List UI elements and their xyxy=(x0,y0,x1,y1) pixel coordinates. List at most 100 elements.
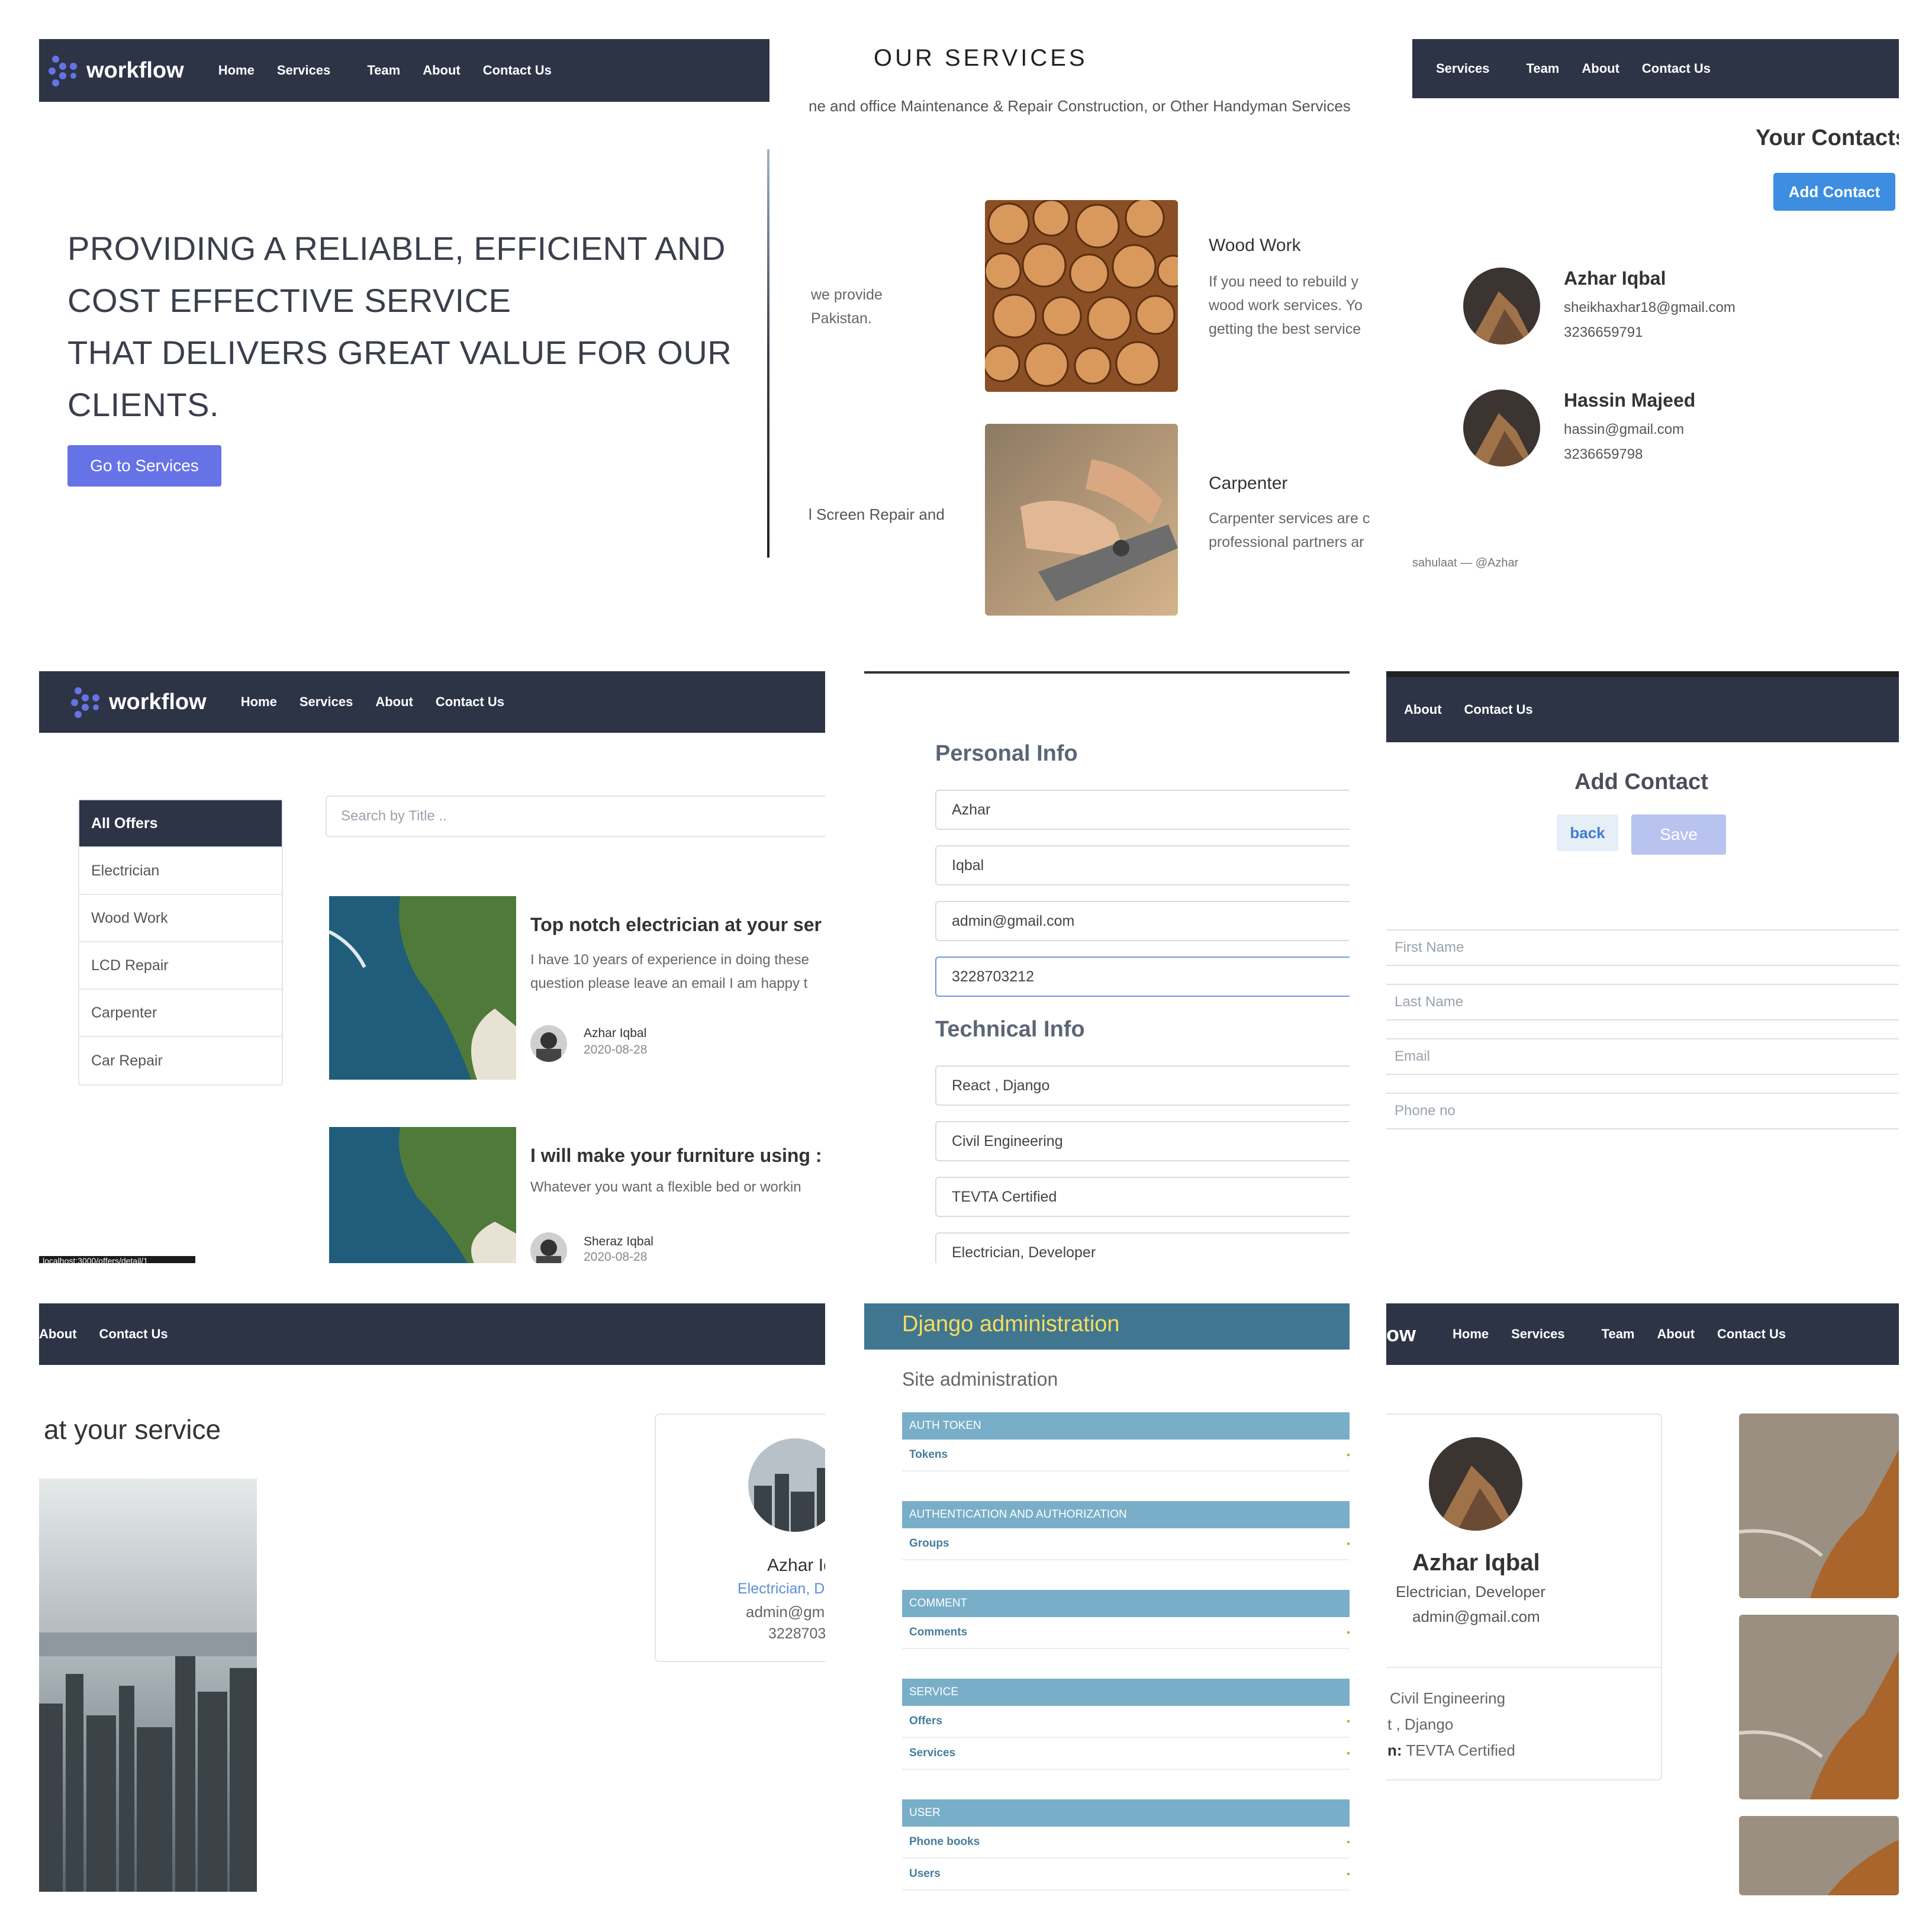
row-marker xyxy=(1347,1720,1350,1722)
row-users[interactable]: Users xyxy=(902,1859,1350,1891)
offer-image xyxy=(329,1127,516,1263)
row-services[interactable]: Services xyxy=(902,1738,1350,1770)
brand-partial[interactable]: ow xyxy=(1386,1322,1416,1347)
last-name-field[interactable]: Last Name xyxy=(1386,984,1899,1020)
offer-title[interactable]: Top notch electrician at your ser xyxy=(530,914,822,936)
offer-title[interactable]: I will make your furniture using : xyxy=(530,1145,822,1167)
contact-avatar xyxy=(1463,389,1540,466)
nav-team[interactable]: Team xyxy=(1527,61,1560,76)
category-wood-work[interactable]: Wood Work xyxy=(79,895,282,942)
search-input[interactable]: Search by Title .. xyxy=(326,796,825,837)
contact-email: sheikhaxhar18@gmail.com xyxy=(1564,300,1735,315)
profile-avatar xyxy=(1429,1437,1522,1531)
category-all-offers[interactable]: All Offers xyxy=(79,800,282,848)
django-admin-panel: Django administration Site administratio… xyxy=(864,1303,1350,1895)
wood-work-desc-2: wood work services. Yo xyxy=(1209,297,1363,314)
offer-desc: I have 10 years of experience in doing t… xyxy=(530,948,809,996)
section-comment: COMMENT xyxy=(902,1590,1350,1617)
nav-contact[interactable]: Contact Us xyxy=(483,63,552,78)
section-user: USER xyxy=(902,1799,1350,1827)
back-button[interactable]: back xyxy=(1557,814,1618,851)
row-marker xyxy=(1347,1454,1350,1456)
service-left-text-1b: Pakistan. xyxy=(811,310,872,327)
go-to-services-button[interactable]: Go to Services xyxy=(67,445,221,487)
nav-contact[interactable]: Contact Us xyxy=(436,694,504,710)
offer-author: Sheraz Iqbal xyxy=(584,1235,653,1248)
row-marker xyxy=(1347,1841,1350,1843)
navbar: workflow Home Services About Contact Us xyxy=(39,671,825,733)
first-name-field[interactable]: First Name xyxy=(1386,929,1899,966)
services-panel: OUR SERVICES ne and office Maintenance &… xyxy=(809,39,1373,631)
profile-detail-panel: ow Home Services Team About Contact Us A… xyxy=(1386,1303,1899,1895)
phone-field[interactable]: Phone no xyxy=(1386,1093,1899,1129)
nav-contact[interactable]: Contact Us xyxy=(99,1326,168,1342)
offer-desc-1: I have 10 years of experience in doing t… xyxy=(530,952,809,968)
section-authentication: AUTHENTICATION AND AUTHORIZATION xyxy=(902,1501,1350,1528)
save-button[interactable]: Save xyxy=(1631,814,1726,855)
profile-card: Azhar Iqbal Electrician, Developer admin… xyxy=(1386,1413,1662,1780)
profession-input[interactable]: Electrician, Developer xyxy=(935,1232,1350,1263)
nav-about[interactable]: About xyxy=(423,63,461,78)
nav-team[interactable]: Team xyxy=(367,63,400,78)
nav-team[interactable]: Team xyxy=(1602,1326,1635,1342)
profile-form-panel: Personal Info Azhar Iqbal admin@gmail.co… xyxy=(864,671,1350,1263)
category-car-repair[interactable]: Car Repair xyxy=(79,1037,282,1084)
hero-line-2: COST EFFECTIVE SERVICE xyxy=(67,282,511,319)
author-avatar xyxy=(530,1025,567,1062)
nav-about[interactable]: About xyxy=(1657,1326,1695,1342)
workflow-logo-icon xyxy=(47,54,79,86)
nav-services[interactable]: Services xyxy=(1511,1326,1565,1342)
wood-work-desc-3: getting the best service xyxy=(1209,321,1361,337)
nav-home[interactable]: Home xyxy=(218,63,255,78)
django-title[interactable]: Django administration xyxy=(902,1312,1120,1337)
contact-phone: 3236659798 xyxy=(1564,446,1643,462)
services-title: OUR SERVICES xyxy=(874,45,1088,71)
offer-image xyxy=(329,896,516,1080)
email-input[interactable]: admin@gmail.com xyxy=(935,901,1350,941)
row-marker xyxy=(1347,1752,1350,1754)
nav-services[interactable]: Services xyxy=(277,63,331,78)
team-member-name: Azhar Ic xyxy=(767,1556,825,1575)
first-name-input[interactable]: Azhar xyxy=(935,790,1350,830)
nav-contact[interactable]: Contact Us xyxy=(1464,702,1533,717)
brand[interactable]: workflow xyxy=(70,686,207,718)
last-name-input[interactable]: Iqbal xyxy=(935,845,1350,886)
row-groups[interactable]: Groups xyxy=(902,1528,1350,1560)
phone-input[interactable]: 3228703212 xyxy=(935,957,1350,997)
skills-input[interactable]: React , Django xyxy=(935,1065,1350,1106)
nav-about[interactable]: About xyxy=(375,694,413,710)
nav-home[interactable]: Home xyxy=(1453,1326,1489,1342)
contact-email: hassin@gmail.com xyxy=(1564,421,1685,437)
nav-contact[interactable]: Contact Us xyxy=(1642,61,1711,76)
brand[interactable]: workflow xyxy=(47,54,184,86)
add-contact-button[interactable]: Add Contact xyxy=(1773,173,1895,211)
nav-about[interactable]: About xyxy=(39,1326,77,1342)
contact-phone: 3236659791 xyxy=(1564,324,1643,340)
offer-author: Azhar Iqbal xyxy=(584,1026,647,1040)
email-field[interactable]: Email xyxy=(1386,1038,1899,1075)
profile-skills: t , Django xyxy=(1387,1715,1454,1733)
nav-about[interactable]: About xyxy=(1404,702,1442,717)
django-subtitle: Site administration xyxy=(902,1368,1058,1390)
offer-date: 2020-08-28 xyxy=(584,1250,648,1263)
author-avatar xyxy=(530,1232,567,1263)
nav-services[interactable]: Services xyxy=(300,694,353,710)
carpenter-image xyxy=(985,424,1178,616)
row-tokens[interactable]: Tokens xyxy=(902,1440,1350,1471)
category-lcd-repair[interactable]: LCD Repair xyxy=(79,942,282,990)
team-member-role: Electrician, D xyxy=(738,1580,825,1597)
row-offers[interactable]: Offers xyxy=(902,1706,1350,1738)
row-phone-books[interactable]: Phone books xyxy=(902,1827,1350,1859)
category-carpenter[interactable]: Carpenter xyxy=(79,990,282,1037)
wood-work-desc-1: If you need to rebuild y xyxy=(1209,273,1358,290)
nav-services[interactable]: Services xyxy=(1436,61,1490,76)
profile-name: Azhar Iqbal xyxy=(1412,1550,1540,1576)
nav-about[interactable]: About xyxy=(1582,61,1619,76)
certification-input[interactable]: TEVTA Certified xyxy=(935,1177,1350,1217)
education-input[interactable]: Civil Engineering xyxy=(935,1121,1350,1161)
category-electrician[interactable]: Electrician xyxy=(79,848,282,895)
nav-home[interactable]: Home xyxy=(241,694,277,710)
status-bar-url: localhost:3000/offers/detail/1 xyxy=(39,1256,195,1263)
nav-contact[interactable]: Contact Us xyxy=(1717,1326,1786,1342)
row-comments[interactable]: Comments xyxy=(902,1617,1350,1649)
